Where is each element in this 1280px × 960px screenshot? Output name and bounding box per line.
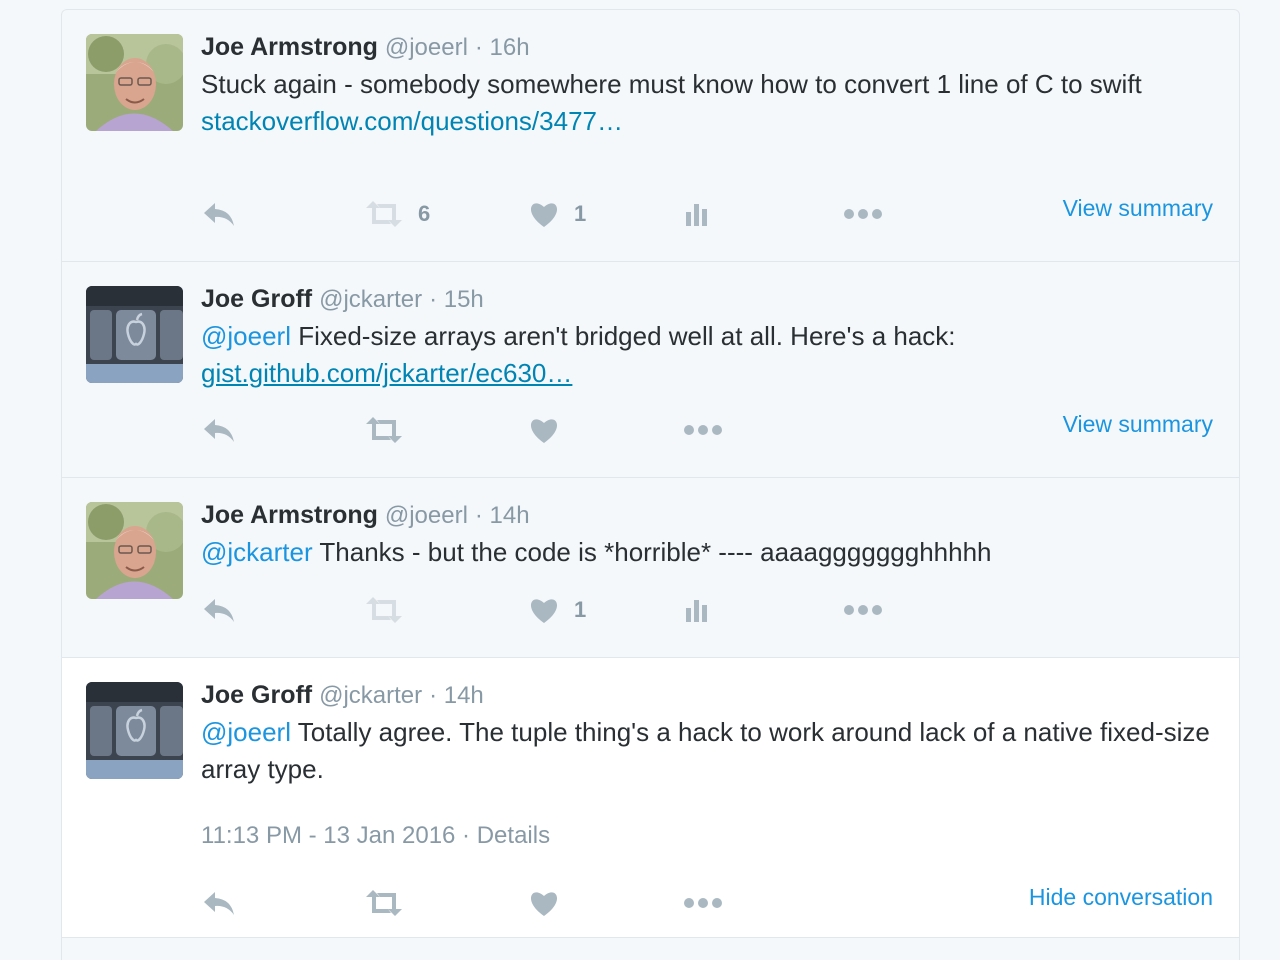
retweet-button[interactable] <box>364 410 404 450</box>
tweet-timestamp[interactable]: 11:13 PM - 13 Jan 2016 · Details <box>201 822 550 850</box>
analytics-icon <box>686 600 707 622</box>
analytics-button[interactable] <box>683 590 711 630</box>
like-button[interactable]: 1 <box>528 590 586 630</box>
retweet-icon <box>366 201 402 227</box>
tweet[interactable]: Joe Groff @jckarter · 15h @joeerl Fixed-… <box>62 262 1239 478</box>
author-handle[interactable]: @joeerl <box>385 502 468 529</box>
tweet-actions: 1 <box>201 590 1061 630</box>
more-button[interactable] <box>843 590 883 630</box>
view-summary-link[interactable]: View summary <box>1063 411 1213 438</box>
analytics-icon <box>686 204 707 226</box>
conversation-stream: Joe Armstrong @joeerl · 16h Stuck again … <box>61 9 1240 960</box>
author-handle[interactable]: @jckarter <box>319 682 422 709</box>
more-icon <box>844 209 882 219</box>
reply-icon <box>204 892 234 915</box>
heart-icon <box>530 419 558 443</box>
avatar[interactable] <box>86 286 183 383</box>
tweet[interactable]: Joe Armstrong @joeerl · 16h Stuck again … <box>62 10 1239 262</box>
tweet-link[interactable]: stackoverflow.com/questions/3477… <box>201 106 623 136</box>
hide-conversation-link[interactable]: Hide conversation <box>1029 884 1213 911</box>
tweet-text: @joeerl Totally agree. The tuple thing's… <box>201 714 1211 788</box>
tweet-actions <box>201 883 901 923</box>
author-name[interactable]: Joe Armstrong <box>201 501 378 529</box>
retweet-button[interactable] <box>364 590 404 630</box>
more-icon <box>684 425 722 435</box>
more-button[interactable] <box>843 194 883 234</box>
retweet-icon <box>366 890 402 916</box>
tweet-time[interactable]: · 16h <box>475 34 530 61</box>
more-button[interactable] <box>683 883 723 923</box>
reply-icon <box>204 203 234 226</box>
retweet-icon <box>366 417 402 443</box>
tweet-header: Joe Armstrong @joeerl · 16h <box>201 30 530 65</box>
reply-icon <box>204 419 234 442</box>
tweet-focused[interactable]: Joe Groff @jckarter · 14h @joeerl Totall… <box>62 658 1239 938</box>
view-summary-link[interactable]: View summary <box>1063 195 1213 222</box>
reply-button[interactable] <box>201 883 237 923</box>
avatar[interactable] <box>86 34 183 131</box>
reply-button[interactable] <box>201 194 237 234</box>
author-name[interactable]: Joe Armstrong <box>201 33 378 61</box>
tweet-text: @joeerl Fixed-size arrays aren't bridged… <box>201 318 1211 392</box>
author-name[interactable]: Joe Groff <box>201 285 312 313</box>
tweet-time[interactable]: · 15h <box>429 286 484 313</box>
tweet-actions <box>201 410 901 450</box>
heart-icon <box>530 892 558 916</box>
tweet-body: Thanks - but the code is *horrible* ----… <box>319 537 992 567</box>
author-handle[interactable]: @jckarter <box>319 286 422 313</box>
tweet-time[interactable]: · 14h <box>475 502 530 529</box>
mention-link[interactable]: @joeerl <box>201 321 291 351</box>
mention-link[interactable]: @jckarter <box>201 537 313 567</box>
analytics-button[interactable] <box>683 194 711 234</box>
like-button[interactable] <box>528 883 560 923</box>
retweet-icon <box>366 597 402 623</box>
retweet-button[interactable] <box>364 883 404 923</box>
mention-link[interactable]: @joeerl <box>201 717 291 747</box>
reply-icon <box>204 599 234 622</box>
tweet-header: Joe Groff @jckarter · 15h <box>201 282 484 317</box>
reply-button[interactable] <box>201 590 237 630</box>
reply-button[interactable] <box>201 410 237 450</box>
tweet-body: Stuck again - somebody somewhere must kn… <box>201 69 1142 99</box>
more-button[interactable] <box>683 410 723 450</box>
tweet-body: Fixed-size arrays aren't bridged well at… <box>298 321 956 351</box>
retweet-count: 6 <box>418 201 431 226</box>
retweet-button[interactable]: 6 <box>364 194 430 234</box>
like-button[interactable]: 1 <box>528 194 586 234</box>
tweet-text: Stuck again - somebody somewhere must kn… <box>201 66 1211 140</box>
avatar[interactable] <box>86 682 183 779</box>
author-name[interactable]: Joe Groff <box>201 681 312 709</box>
more-icon <box>684 898 722 908</box>
next-tweet-placeholder <box>62 938 1239 960</box>
heart-icon <box>530 203 558 227</box>
avatar[interactable] <box>86 502 183 599</box>
tweet-header: Joe Armstrong @joeerl · 14h <box>201 498 530 533</box>
tweet-link[interactable]: gist.github.com/jckarter/ec630… <box>201 358 572 388</box>
tweet-header: Joe Groff @jckarter · 14h <box>201 678 484 713</box>
tweet[interactable]: Joe Armstrong @joeerl · 14h @jckarter Th… <box>62 478 1239 658</box>
tweet-text: @jckarter Thanks - but the code is *horr… <box>201 534 1211 571</box>
like-button[interactable] <box>528 410 560 450</box>
more-icon <box>844 605 882 615</box>
like-count: 1 <box>574 597 587 622</box>
tweet-body: Totally agree. The tuple thing's a hack … <box>201 717 1210 784</box>
author-handle[interactable]: @joeerl <box>385 34 468 61</box>
tweet-time[interactable]: · 14h <box>429 682 484 709</box>
heart-icon <box>530 599 558 623</box>
like-count: 1 <box>574 201 587 226</box>
